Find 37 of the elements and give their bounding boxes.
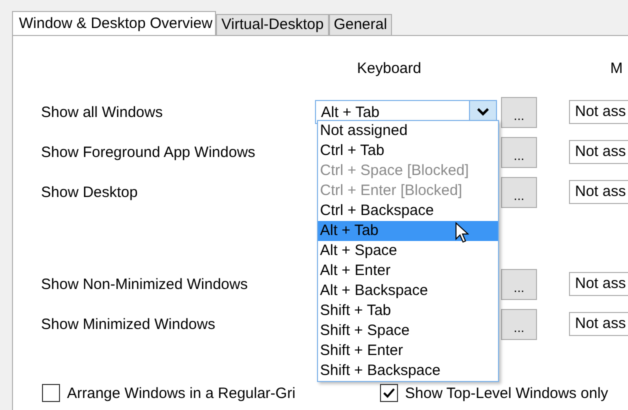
browse-button[interactable]: ... [501, 308, 537, 340]
dropdown-item[interactable]: Shift + Backspace [318, 361, 498, 381]
mouse-combo[interactable]: Not ass [569, 180, 628, 204]
shortcut-label: Show Non-Minimized Windows [40, 276, 249, 292]
dropdown-item[interactable]: Shift + Tab [318, 301, 498, 321]
tab[interactable]: General [328, 14, 392, 35]
browse-button[interactable]: ... [501, 136, 537, 168]
pointer-cursor-icon [455, 222, 469, 244]
column-header: M [610, 60, 623, 79]
shortcut-label: Show Desktop [40, 184, 139, 200]
dropdown-item[interactable]: Ctrl + Backspace [318, 201, 498, 221]
dropdown-item[interactable]: Not assigned [318, 121, 498, 141]
dropdown-item[interactable]: Alt + Backspace [318, 281, 498, 301]
mouse-combo[interactable]: Not ass [569, 272, 628, 296]
checkbox-label: Arrange Windows in a Regular-Gri [67, 384, 296, 402]
checkbox[interactable] [380, 384, 398, 402]
dropdown-item[interactable]: Shift + Enter [318, 341, 498, 361]
mouse-combo[interactable]: Not ass [569, 100, 628, 124]
dropdown-item[interactable]: Shift + Space [318, 321, 498, 341]
dropdown-item[interactable]: Ctrl + Tab [318, 141, 498, 161]
browse-button[interactable]: ... [501, 176, 537, 208]
tab[interactable]: Virtual-Desktop [216, 14, 329, 35]
browse-button[interactable]: ... [501, 268, 537, 300]
dropdown-item[interactable]: Alt + Tab [318, 221, 498, 241]
mouse-combo[interactable]: Not ass [569, 312, 628, 336]
dropdown-item[interactable]: Alt + Enter [318, 261, 498, 281]
checkbox-label: Show Top-Level Windows only [405, 384, 608, 402]
checkbox[interactable] [42, 384, 60, 402]
shortcut-label: Show Foreground App Windows [40, 144, 256, 160]
tab[interactable]: Window & Desktop Overview [12, 11, 216, 36]
browse-button[interactable]: ... [501, 96, 537, 128]
mouse-combo[interactable]: Not ass [569, 140, 628, 164]
column-header: Keyboard [357, 60, 422, 79]
shortcut-label: Show Minimized Windows [40, 316, 216, 332]
chevron-down-icon [477, 108, 489, 116]
shortcut-label: Show all Windows [40, 104, 164, 120]
dropdown-item[interactable]: Alt + Space [318, 241, 498, 261]
